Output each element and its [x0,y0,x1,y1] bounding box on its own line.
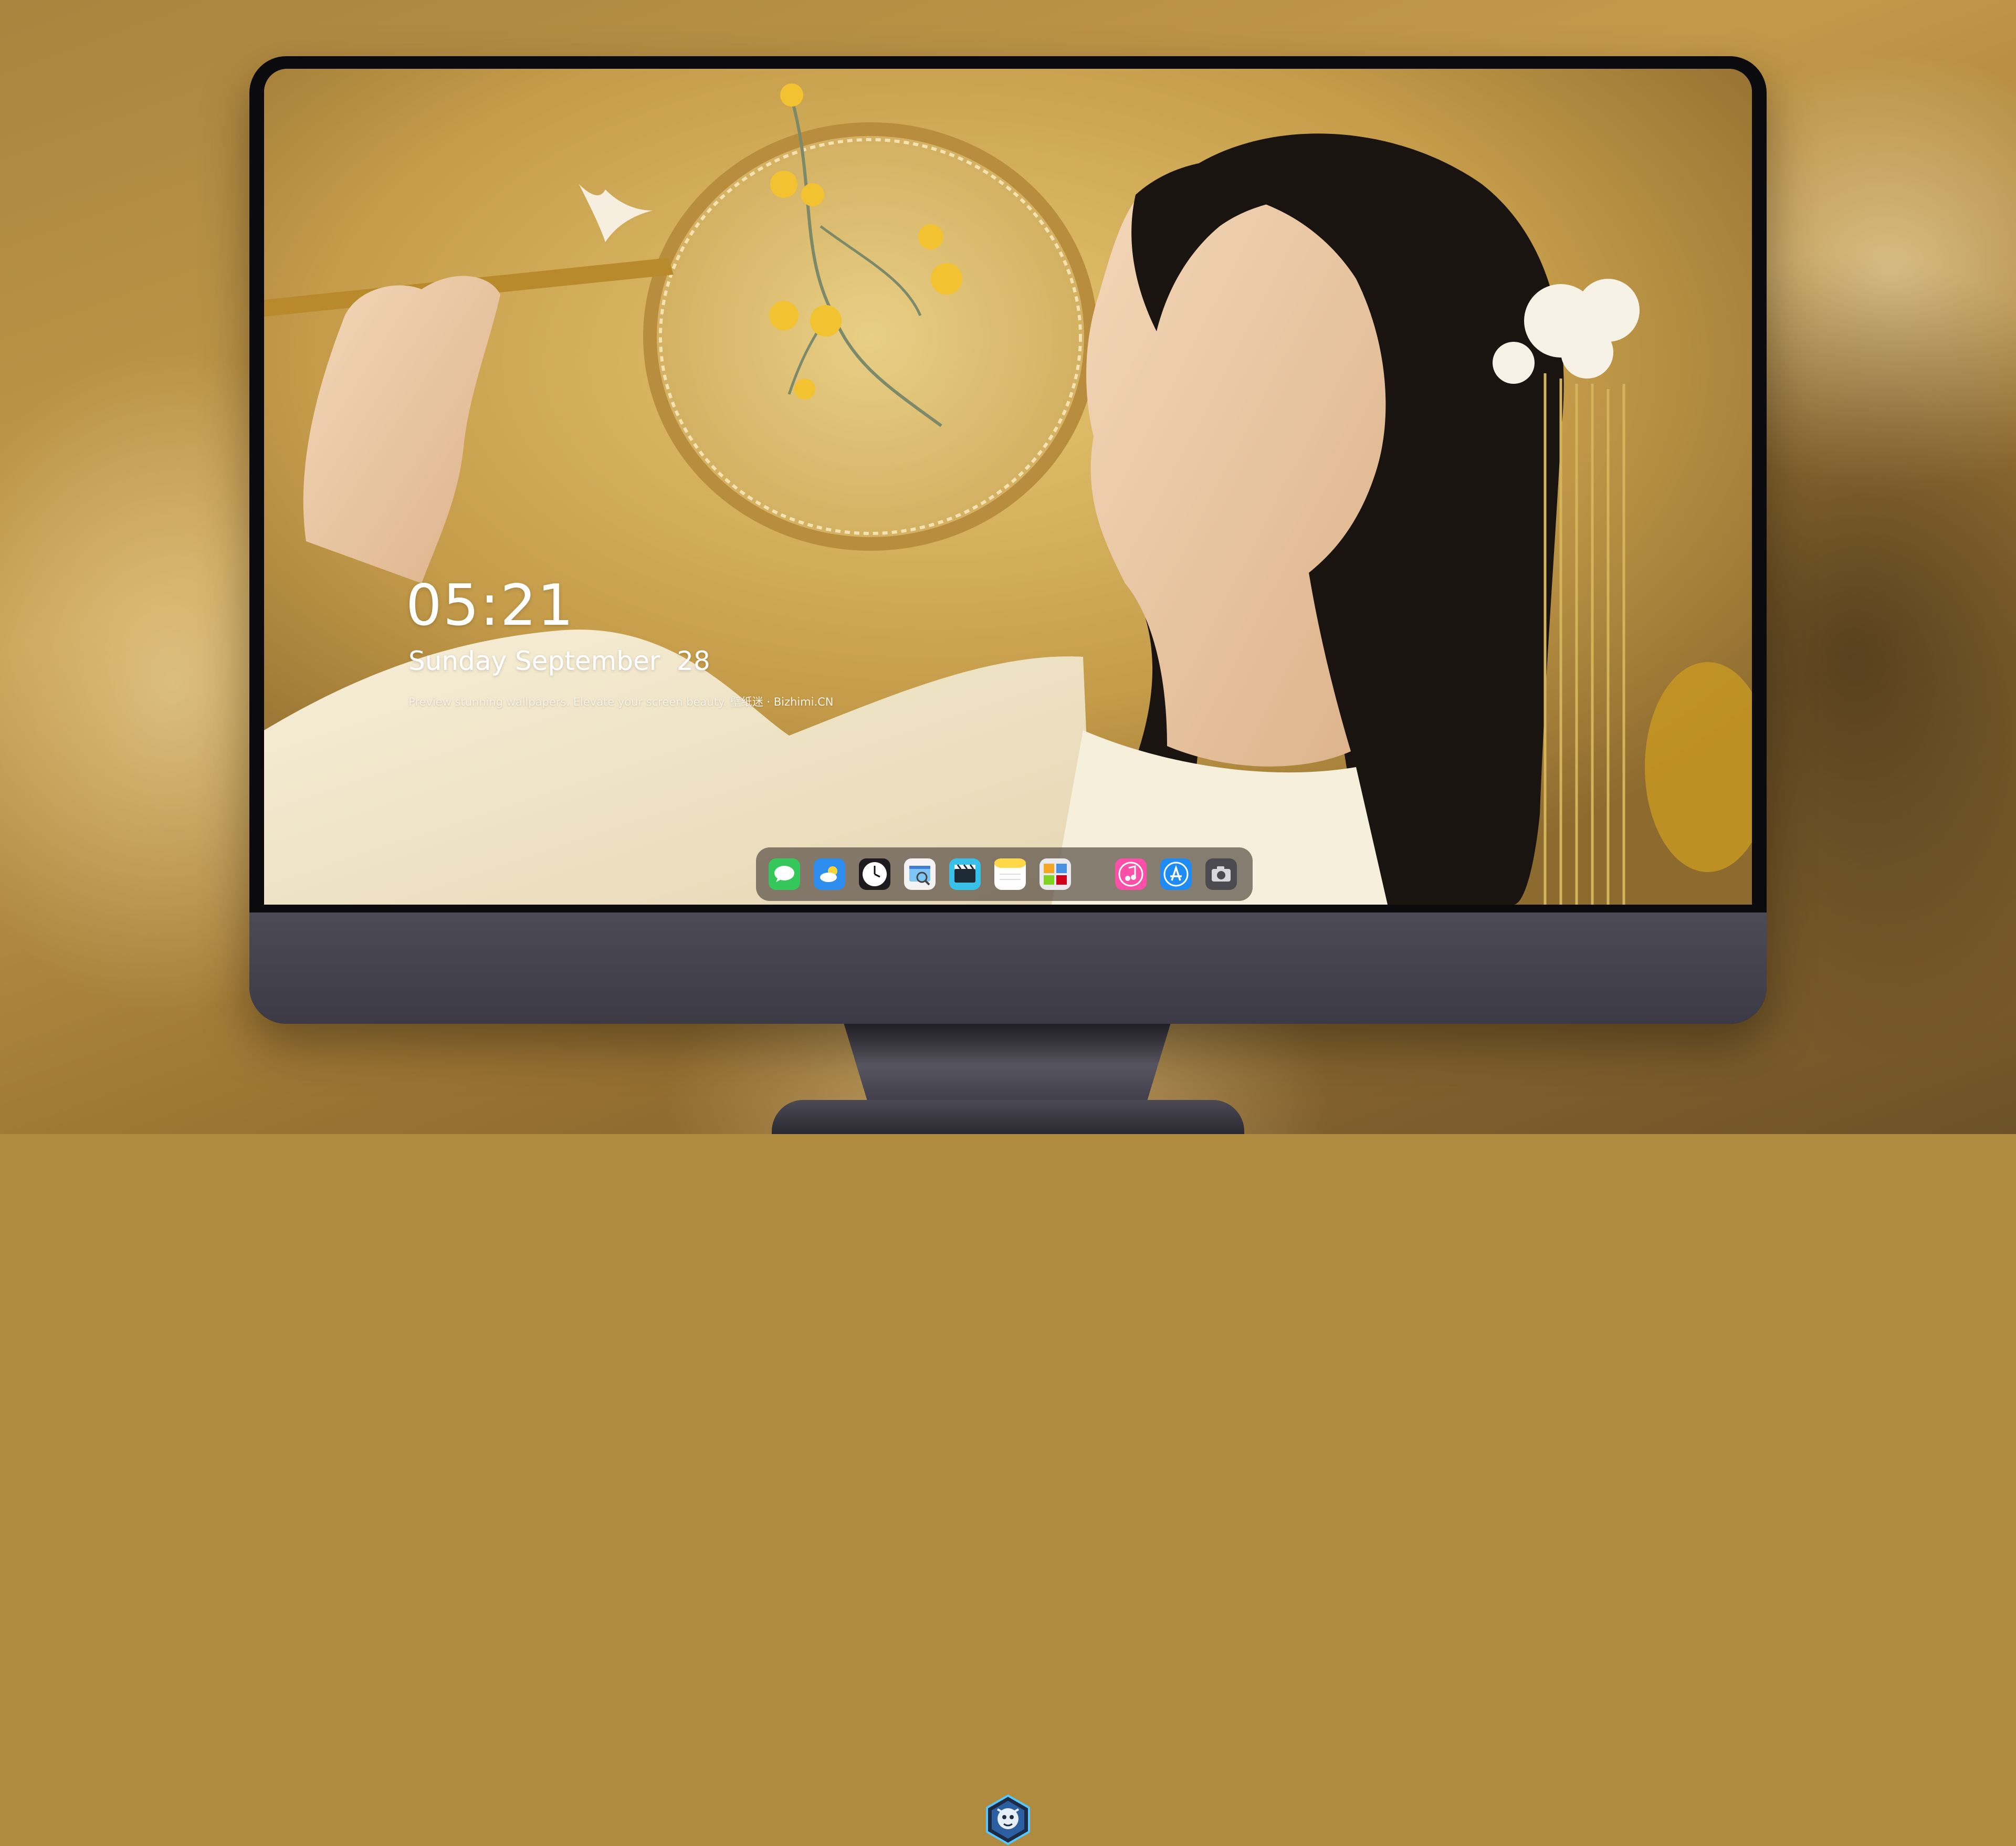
notes-icon[interactable] [994,858,1026,890]
camera-icon[interactable] [1205,858,1237,890]
wallpaper-image [264,69,1752,905]
monitor-chin [249,912,1767,1845]
music-icon[interactable] [1115,858,1147,890]
lock-screen-clock: 05:21 [406,573,575,638]
dock [756,847,1253,901]
lock-screen-date: Sunday September 28 [408,646,710,676]
photo-booth-icon[interactable] [1040,858,1071,890]
clock-icon[interactable] [859,858,890,890]
clips-icon[interactable] [949,858,981,890]
monitor-stand-base [772,1100,1244,1134]
app-store-icon[interactable] [1160,858,1192,890]
screen: 05:21 Sunday September 28 Preview stunni… [264,69,1752,905]
weather-icon[interactable] [814,858,845,890]
lock-screen-tagline: Preview stunning wallpapers. Elevate you… [408,696,834,708]
monitor-stand-neck [843,1021,1171,1108]
monitor: 05:21 Sunday September 28 Preview stunni… [249,56,1767,1845]
dragon-emblem-icon [986,1794,1030,1845]
preview-icon[interactable] [904,858,936,890]
messages-icon[interactable] [769,858,800,890]
